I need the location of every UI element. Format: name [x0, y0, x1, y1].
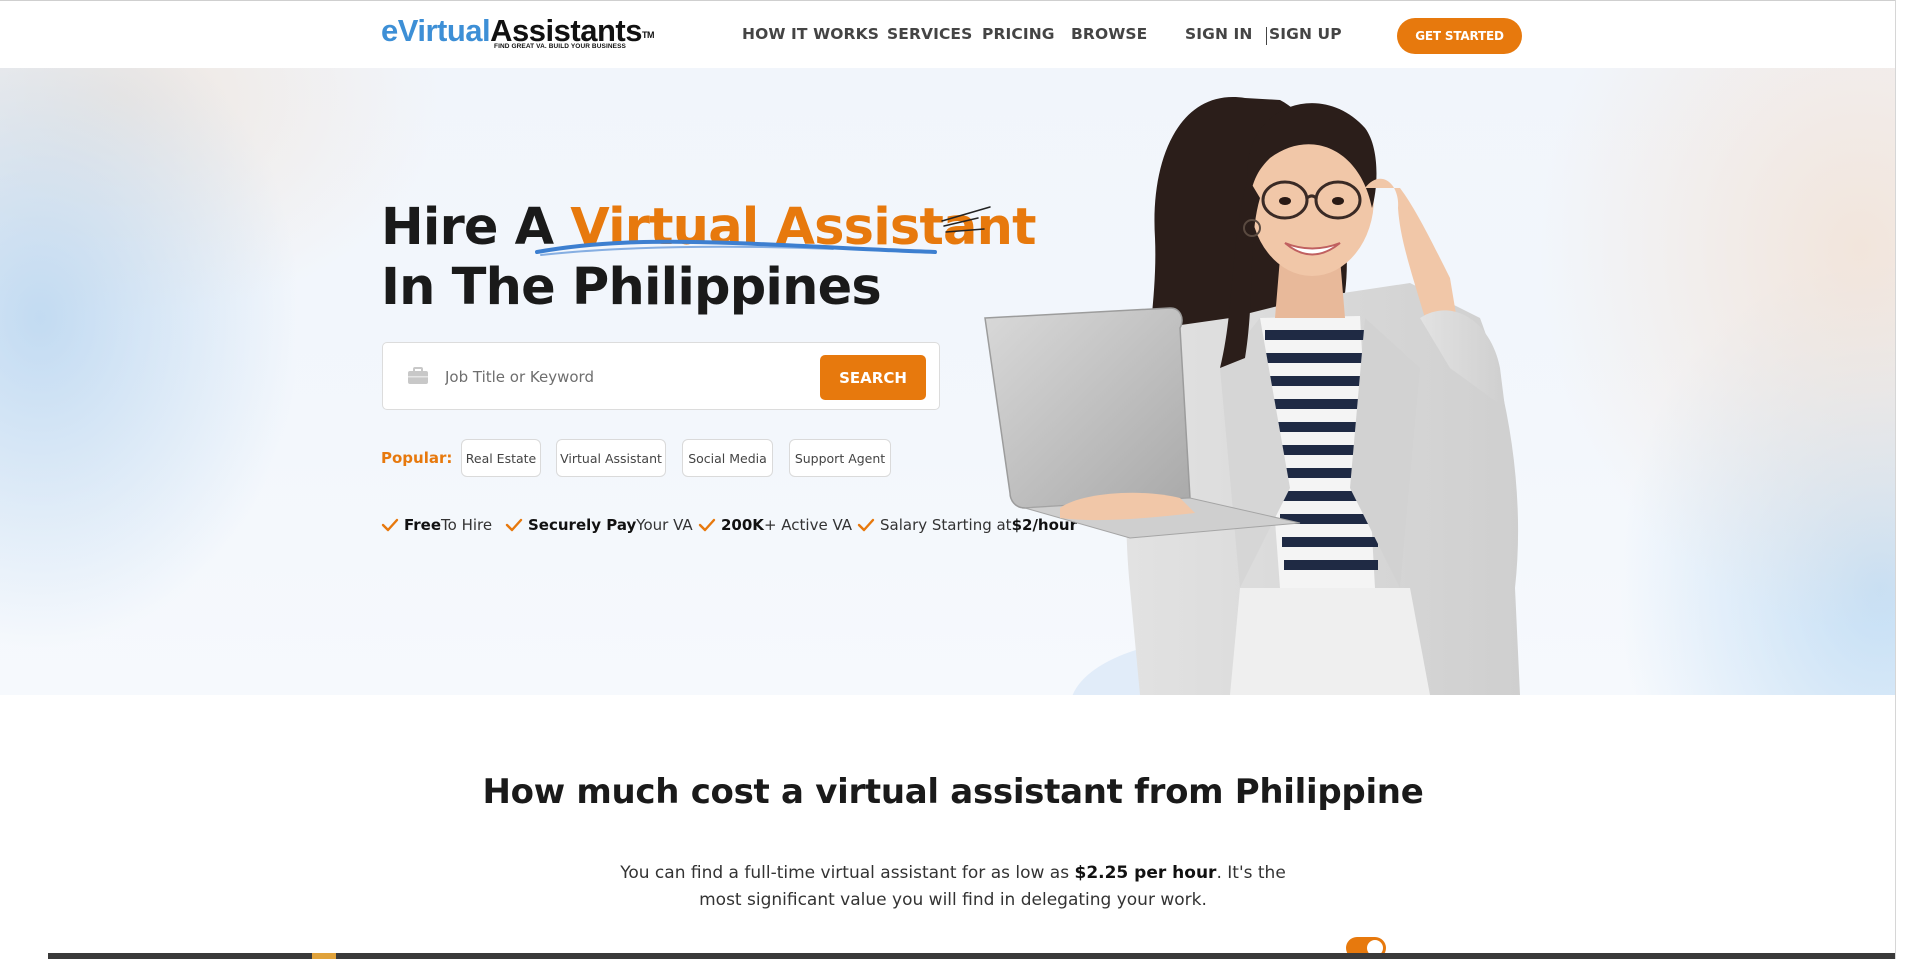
- hero-woman-image: [984, 97, 1520, 695]
- feature-text: + Active VA: [763, 516, 853, 534]
- feature-bold: Securely Pay: [528, 516, 637, 534]
- check-icon: [505, 518, 523, 532]
- search-input[interactable]: [445, 361, 775, 393]
- hero-title-line2: In The Philippines: [381, 258, 882, 317]
- popular-label: Popular:: [381, 449, 453, 467]
- nav-browse[interactable]: BROWSE: [1071, 25, 1147, 43]
- feature-bold: Free: [404, 516, 442, 534]
- sign-in-link[interactable]: SIGN IN: [1185, 25, 1252, 43]
- feature-text: To Hire: [441, 516, 493, 534]
- nav-pricing[interactable]: PRICING: [982, 25, 1055, 43]
- site-logo[interactable]: eVirtualAssistantsTM FIND GREAT VA. BUIL…: [381, 15, 654, 55]
- site-header: eVirtualAssistantsTM FIND GREAT VA. BUIL…: [0, 0, 1906, 68]
- feature-active-va: 200K + Active VA: [698, 516, 852, 534]
- briefcase-icon: [408, 367, 428, 384]
- sign-up-link[interactable]: SIGN UP: [1269, 25, 1342, 43]
- popular-tag-real-estate[interactable]: Real Estate: [461, 439, 541, 477]
- check-icon: [857, 518, 875, 532]
- search-button[interactable]: SEARCH: [820, 355, 926, 400]
- cost-text-price: $2.25 per hour: [1074, 863, 1217, 883]
- feature-secure-pay: Securely Pay Your VA: [505, 516, 693, 534]
- cost-section-text: You can find a full-time virtual assista…: [603, 860, 1303, 914]
- nav-divider: [1266, 27, 1267, 45]
- feature-bold: 200K: [721, 516, 764, 534]
- feature-text: Your VA: [636, 516, 693, 534]
- search-box: SEARCH: [382, 342, 940, 410]
- underline-stroke: [535, 239, 937, 256]
- nav-services[interactable]: SERVICES: [887, 25, 972, 43]
- bottom-strip-accent: [312, 953, 336, 959]
- logo-trademark: TM: [641, 30, 655, 40]
- check-icon: [381, 518, 399, 532]
- hero-section: Hire A Virtual Assistant In The Philippi…: [0, 68, 1906, 695]
- popular-tag-social-media[interactable]: Social Media: [682, 439, 773, 477]
- page: eVirtualAssistantsTM FIND GREAT VA. BUIL…: [0, 0, 1906, 959]
- check-icon: [698, 518, 716, 532]
- cost-text-before: You can find a full-time virtual assista…: [620, 863, 1075, 883]
- get-started-button[interactable]: GET STARTED: [1397, 18, 1522, 54]
- nav-how-it-works[interactable]: HOW IT WORKS: [742, 25, 879, 43]
- logo-e-part: eVirtual: [381, 13, 491, 48]
- cost-section-title: How much cost a virtual assistant from P…: [482, 772, 1424, 812]
- page-right-edge: [1895, 0, 1906, 959]
- popular-tag-virtual-assistant[interactable]: Virtual Assistant: [556, 439, 666, 477]
- bottom-strip-edge: [0, 953, 48, 959]
- bottom-dark-strip: [0, 953, 1906, 959]
- feature-free-to-hire: Free To Hire: [381, 516, 492, 534]
- logo-tagline: FIND GREAT VA. BUILD YOUR BUSINESS: [494, 43, 626, 50]
- popular-tag-support-agent[interactable]: Support Agent: [789, 439, 891, 477]
